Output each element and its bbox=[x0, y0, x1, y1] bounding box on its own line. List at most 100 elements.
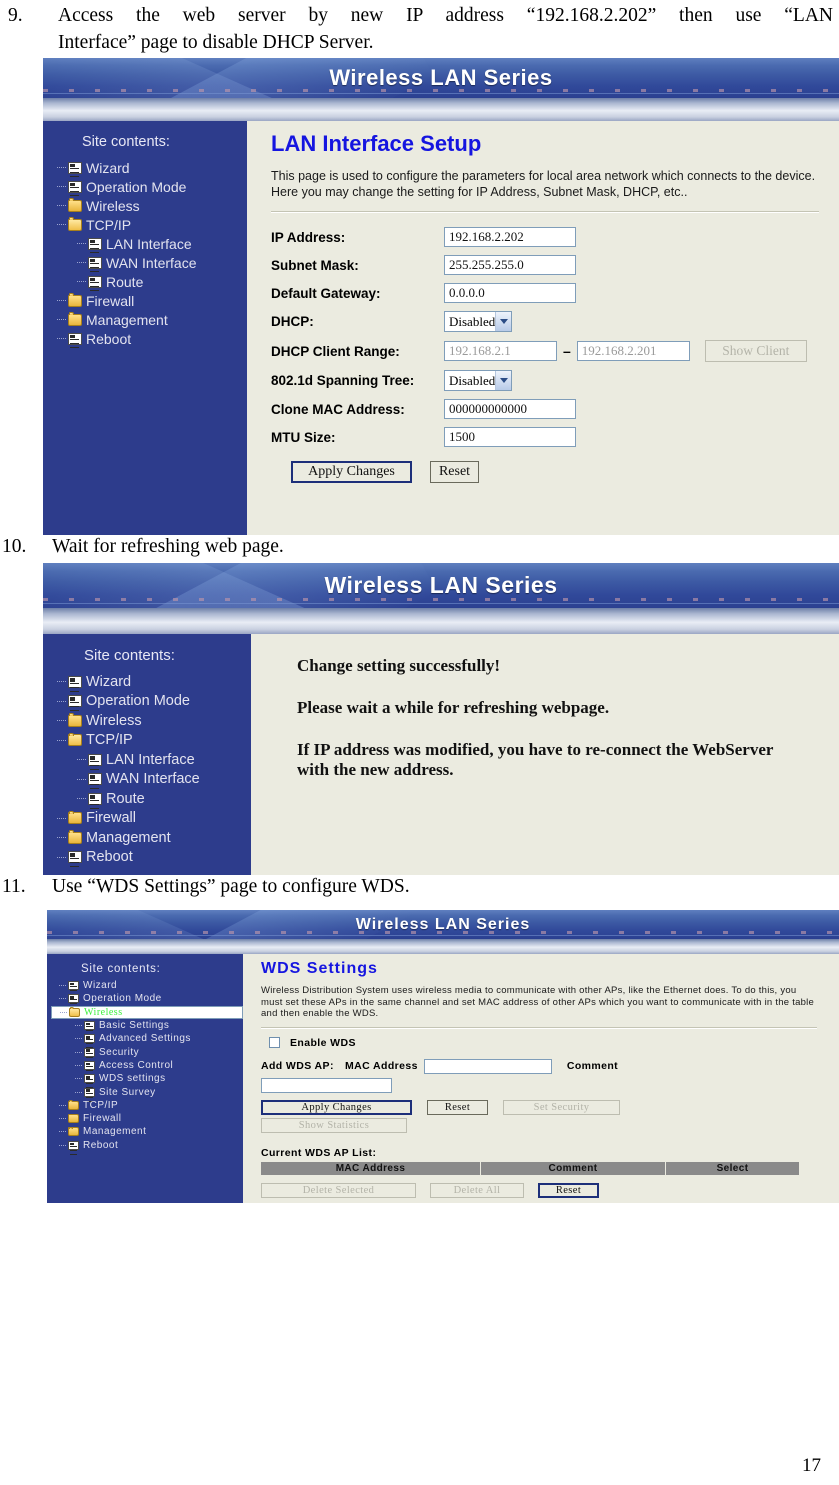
tree-connector-line bbox=[77, 798, 86, 800]
sidebar-item-wireless[interactable]: Wireless bbox=[47, 711, 251, 731]
result-message-line-3a: If IP address was modified, you have to … bbox=[297, 740, 774, 759]
sidebar-item-tcp-ip[interactable]: TCP/IP bbox=[51, 1099, 243, 1112]
sidebar-item-wizard[interactable]: Wizard bbox=[47, 672, 251, 692]
result-body: Site contents: Wizard Operation Mode Wirel… bbox=[43, 634, 839, 875]
sidebar-item-label: Wizard bbox=[86, 159, 130, 176]
sidebar-item-firewall[interactable]: Firewall bbox=[47, 809, 251, 829]
wds-reset-button[interactable]: Reset bbox=[427, 1099, 488, 1115]
sidebar-item-advanced-settings[interactable]: Advanced Settings bbox=[51, 1032, 243, 1045]
clone-mac-input[interactable]: 000000000000 bbox=[444, 399, 576, 419]
sidebar-item-label: Management bbox=[86, 311, 168, 328]
dhcp-range-end-input[interactable]: 192.168.2.201 bbox=[576, 341, 690, 361]
sidebar-item-tcp-ip[interactable]: TCP/IP bbox=[47, 731, 251, 751]
wds-apply-changes-button[interactable]: Apply Changes bbox=[261, 1099, 412, 1115]
sidebar-item-label: Wizard bbox=[83, 980, 118, 992]
folder-icon bbox=[68, 312, 82, 326]
tree-connector-line bbox=[77, 281, 86, 282]
chevron-down-icon[interactable] bbox=[495, 312, 511, 331]
sidebar-item-wizard[interactable]: Wizard bbox=[51, 979, 243, 992]
page-icon bbox=[68, 695, 82, 708]
set-security-button[interactable]: Set Security bbox=[503, 1099, 620, 1115]
sidebar-item-label: LAN Interface bbox=[106, 751, 195, 768]
row-subnet-mask: Subnet Mask: 255.255.255.0 bbox=[271, 255, 839, 275]
sidebar-item-access-control[interactable]: Access Control bbox=[51, 1059, 243, 1072]
default-gateway-input[interactable]: 0.0.0.0 bbox=[444, 283, 576, 303]
wds-table-reset-button[interactable]: Reset bbox=[538, 1182, 599, 1198]
page-icon bbox=[88, 256, 102, 269]
page-icon bbox=[88, 237, 102, 250]
subnet-mask-input[interactable]: 255.255.255.0 bbox=[444, 255, 576, 275]
apply-changes-button[interactable]: Apply Changes bbox=[291, 461, 412, 483]
tree-connector-line bbox=[77, 262, 86, 263]
tree-connector-line bbox=[75, 1064, 82, 1066]
step-9-line-2: Interface” page to disable DHCP Server. bbox=[58, 32, 374, 53]
mtu-size-input[interactable]: 1500 bbox=[444, 427, 576, 447]
sidebar-item-label: Route bbox=[106, 790, 145, 807]
step-11: 11. Use “WDS Settings” page to configure… bbox=[2, 873, 827, 900]
reset-button[interactable]: Reset bbox=[430, 461, 479, 483]
sidebar-item-reboot[interactable]: Reboot bbox=[47, 848, 251, 868]
sidebar-item-operation-mode[interactable]: Operation Mode bbox=[51, 992, 243, 1005]
sidebar-item-wan-interface[interactable]: WAN Interface bbox=[47, 253, 247, 272]
tree-connector-line bbox=[75, 1038, 82, 1040]
wds-mac-address-input[interactable] bbox=[423, 1058, 552, 1074]
show-statistics-button[interactable]: Show Statistics bbox=[261, 1117, 407, 1133]
sidebar-item-wan-interface[interactable]: WAN Interface bbox=[47, 770, 251, 790]
sidebar-item-label: TCP/IP bbox=[86, 732, 133, 749]
row-comment-input bbox=[261, 1077, 839, 1093]
spanning-tree-select[interactable]: Disabled bbox=[444, 370, 512, 391]
ip-address-input[interactable]: 192.168.2.202 bbox=[444, 227, 576, 247]
wds-sidebar-tree: Wizard Operation Mode Wireless Basic Settin… bbox=[51, 979, 243, 1152]
delete-all-button[interactable]: Delete All bbox=[430, 1182, 524, 1198]
sidebar-item-basic-settings[interactable]: Basic Settings bbox=[51, 1019, 243, 1032]
sidebar-item-firewall[interactable]: Firewall bbox=[47, 291, 247, 310]
sidebar-item-management[interactable]: Management bbox=[47, 310, 247, 329]
sidebar-item-tcp-ip[interactable]: TCP/IP bbox=[47, 215, 247, 234]
sidebar-item-lan-interface[interactable]: LAN Interface bbox=[47, 750, 251, 770]
sidebar-item-wireless[interactable]: Wireless bbox=[47, 196, 247, 215]
result-content: Change setting successfully! Please wait… bbox=[251, 634, 839, 875]
dhcp-range-start-input[interactable]: 192.168.2.1 bbox=[444, 341, 557, 361]
sidebar-item-route[interactable]: Route bbox=[47, 789, 251, 809]
clone-mac-label: Clone MAC Address: bbox=[271, 401, 405, 417]
sidebar-item-route[interactable]: Route bbox=[47, 272, 247, 291]
lan-sidebar: Site contents: Wizard Operation Mode Wirel… bbox=[43, 121, 247, 535]
sidebar-item-security[interactable]: Security bbox=[51, 1045, 243, 1058]
folder-icon bbox=[68, 1113, 79, 1124]
sidebar-item-site-survey[interactable]: Site Survey bbox=[51, 1085, 243, 1098]
sidebar-item-label: Reboot bbox=[86, 330, 132, 347]
tree-connector-line bbox=[75, 1025, 82, 1027]
sidebar-item-management[interactable]: Management bbox=[47, 828, 251, 848]
page-icon bbox=[68, 981, 79, 991]
sidebar-item-lan-interface[interactable]: LAN Interface bbox=[47, 234, 247, 253]
sidebar-item-wizard[interactable]: Wizard bbox=[47, 158, 247, 177]
show-client-button[interactable]: Show Client bbox=[704, 340, 807, 362]
sidebar-item-management[interactable]: Management bbox=[51, 1125, 243, 1138]
sidebar-item-operation-mode[interactable]: Operation Mode bbox=[47, 177, 247, 196]
folder-icon bbox=[68, 1100, 79, 1110]
row-ip-address: IP Address: 192.168.2.202 bbox=[271, 227, 839, 247]
result-sidebar: Site contents: Wizard Operation Mode Wirel… bbox=[43, 634, 251, 875]
dhcp-select[interactable]: Disabled bbox=[444, 311, 512, 332]
spanning-tree-label: 802.1d Spanning Tree: bbox=[271, 373, 415, 388]
tree-connector-line bbox=[77, 243, 86, 244]
sidebar-item-reboot[interactable]: Reboot bbox=[47, 329, 247, 348]
delete-selected-button[interactable]: Delete Selected bbox=[261, 1182, 416, 1198]
sidebar-item-wds-settings[interactable]: WDS settings bbox=[51, 1072, 243, 1085]
sidebar-item-wireless[interactable]: Wireless bbox=[51, 1005, 243, 1019]
sidebar-item-label: Operation Mode bbox=[86, 178, 187, 195]
table-header-mac-address: MAC Address bbox=[261, 1161, 481, 1175]
tree-connector-line bbox=[57, 300, 66, 301]
page-icon bbox=[68, 161, 82, 174]
dhcp-range-separator: – bbox=[563, 343, 571, 359]
sidebar-item-reboot[interactable]: Reboot bbox=[51, 1139, 243, 1152]
folder-icon bbox=[68, 810, 82, 825]
sidebar-item-label: Route bbox=[106, 273, 144, 290]
wds-comment-input[interactable] bbox=[261, 1077, 392, 1093]
enable-wds-checkbox[interactable] bbox=[269, 1037, 280, 1048]
tree-connector-line bbox=[59, 1144, 66, 1146]
wds-body: Site contents: Wizard Operation Mode Wirel… bbox=[47, 954, 839, 1203]
sidebar-item-firewall[interactable]: Firewall bbox=[51, 1112, 243, 1125]
chevron-down-icon[interactable] bbox=[495, 371, 511, 390]
sidebar-item-operation-mode[interactable]: Operation Mode bbox=[47, 692, 251, 712]
